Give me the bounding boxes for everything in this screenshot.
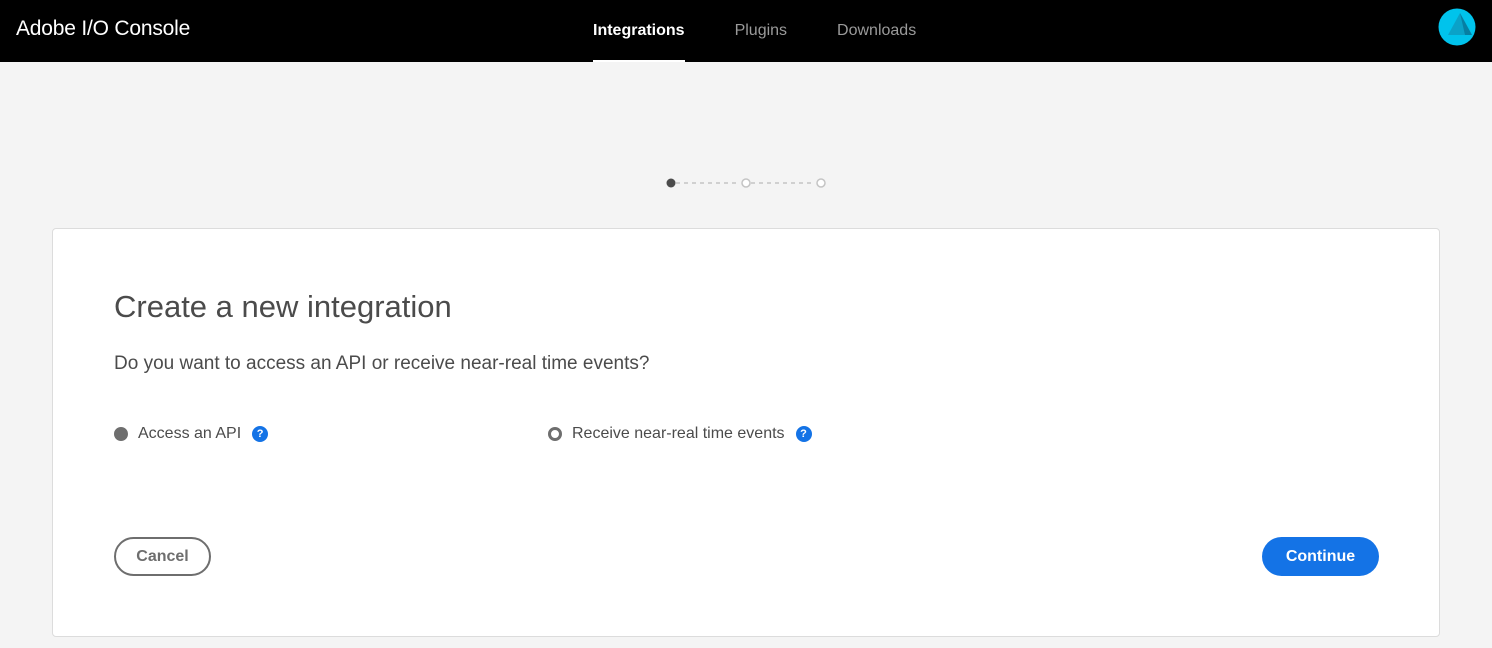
card-question: Do you want to access an API or receive … [114,353,650,374]
tab-downloads[interactable]: Downloads [837,0,916,62]
question-circle-icon[interactable]: ? [795,426,812,442]
user-avatar-icon[interactable] [1438,8,1476,46]
main-nav: Integrations Plugins Downloads [593,0,966,62]
wizard-step-indicator [660,172,832,194]
step-dot-2 [741,178,751,188]
radio-access-api[interactable] [114,427,128,441]
tab-integrations[interactable]: Integrations [593,0,685,62]
question-circle-icon[interactable]: ? [252,426,269,442]
option-access-api[interactable]: Access an API ? [114,423,269,445]
top-navigation-bar: Adobe I/O Console Integrations Plugins D… [0,0,1492,62]
option-label-receive-events: Receive near-real time events [572,425,785,442]
step-dot-3 [816,178,826,188]
step-dot-1 [666,178,676,188]
integration-card: Create a new integration Do you want to … [52,228,1440,637]
continue-button[interactable]: Continue [1262,537,1379,576]
radio-receive-events[interactable] [548,427,562,441]
app-title[interactable]: Adobe I/O Console [16,17,190,41]
card-title: Create a new integration [114,289,452,324]
tab-plugins[interactable]: Plugins [735,0,787,62]
option-label-access-api: Access an API [138,425,242,442]
option-receive-events[interactable]: Receive near-real time events ? [548,423,812,445]
cancel-button[interactable]: Cancel [114,537,211,576]
